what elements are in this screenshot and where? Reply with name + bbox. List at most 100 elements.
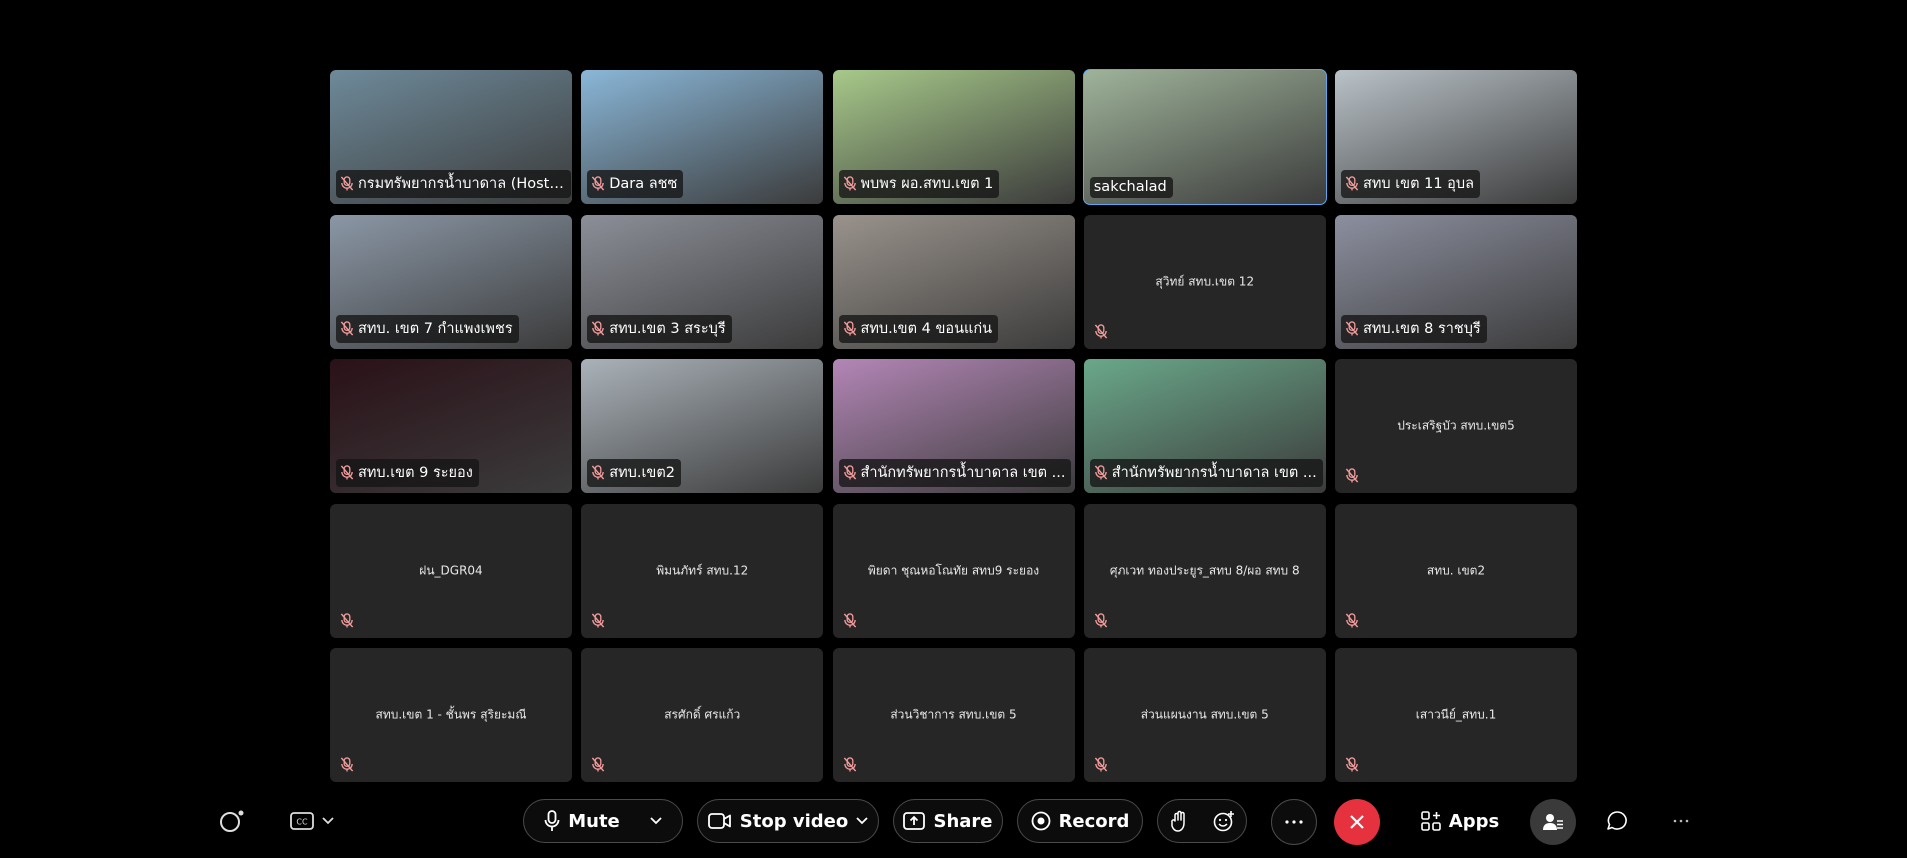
participants-button[interactable] bbox=[1530, 799, 1576, 845]
mic-muted-icon bbox=[1345, 320, 1359, 336]
participant-tile[interactable]: สทบ.เขต 3 สระบุรี bbox=[581, 214, 824, 349]
apps-button[interactable]: Apps bbox=[1415, 799, 1505, 843]
participant-tile[interactable]: สำนักทรัพยากรน้ำบาดาล เขต ... bbox=[1083, 359, 1326, 493]
participant-name: สทบ เขต 11 อุบล bbox=[1363, 176, 1474, 192]
raise-hand-button[interactable] bbox=[1158, 810, 1202, 832]
more-options-button[interactable] bbox=[1271, 799, 1317, 845]
participant-name: สทบ.เขต 8 ราชบุรี bbox=[1363, 320, 1481, 337]
participant-tile[interactable]: พบพร ผอ.สทบ.เขต 1 bbox=[832, 70, 1075, 204]
mic-muted-icon bbox=[340, 320, 354, 336]
participant-name: สทบ. เขต 7 กำแพงเพชร bbox=[358, 320, 513, 337]
assistant-icon bbox=[220, 810, 244, 832]
participant-name: สำนักทรัพยากรน้ำบาดาล เขต ... bbox=[1111, 465, 1317, 481]
mic-muted-icon bbox=[340, 176, 354, 191]
record-button[interactable]: Record bbox=[1017, 799, 1143, 843]
participant-tile[interactable]: สทบ.เขต 1 - ชั้นพร สุริยะมณี bbox=[330, 648, 572, 782]
ai-assistant-button[interactable] bbox=[212, 799, 252, 843]
participant-tile[interactable]: สุวิทย์ สทบ.เขต 12 bbox=[1083, 214, 1326, 349]
chat-button[interactable] bbox=[1594, 799, 1640, 843]
microphone-icon bbox=[544, 810, 560, 831]
chevron-down-icon[interactable] bbox=[650, 817, 662, 825]
participant-name: สรศักดิ์ ศรแก้ว bbox=[664, 707, 741, 722]
participant-tile[interactable]: ส่วนแผนงาน สทบ.เขต 5 bbox=[1083, 648, 1326, 782]
mic-muted-icon bbox=[1094, 465, 1108, 480]
mic-muted-icon bbox=[591, 612, 605, 628]
participant-tile[interactable]: สทบ. เขต 7 กำแพงเพชร bbox=[330, 214, 572, 349]
mic-muted-icon bbox=[340, 612, 354, 628]
participant-tile[interactable]: พิยดา ชุณหอโณทัย สทบ9 ระยอง bbox=[832, 503, 1075, 638]
participant-name-tag: สทบ เขต 11 อุบล bbox=[1341, 170, 1480, 198]
participant-tile[interactable]: ประเสริฐบัว สทบ.เขต5 bbox=[1335, 359, 1577, 493]
leave-meeting-button[interactable] bbox=[1334, 799, 1380, 845]
participants-icon bbox=[1543, 814, 1563, 830]
participant-name: สทบ.เขต 3 สระบุรี bbox=[609, 320, 726, 337]
overflow-menu-button[interactable] bbox=[1658, 799, 1704, 843]
participant-name-tag: สทบ.เขต 8 ราชบุรี bbox=[1341, 314, 1487, 343]
participant-tile[interactable]: sakchalad bbox=[1082, 69, 1327, 205]
mic-muted-icon bbox=[1345, 468, 1359, 483]
mic-muted-icon bbox=[843, 176, 857, 191]
mic-muted-icon bbox=[1094, 757, 1108, 772]
participant-tile[interactable]: สทบ.เขต 4 ขอนแก่น bbox=[832, 214, 1075, 349]
participant-name: เสาวนีย์_สทบ.1 bbox=[1415, 707, 1497, 722]
record-icon bbox=[1031, 811, 1050, 831]
divider bbox=[632, 807, 638, 835]
participant-name-tag: กรมทรัพยากรน้ำบาดาล (Host...) bbox=[336, 170, 571, 198]
reactions-button[interactable] bbox=[1202, 810, 1246, 832]
participant-tile[interactable]: ส่วนวิชาการ สทบ.เขต 5 bbox=[832, 648, 1075, 782]
close-icon bbox=[1350, 815, 1364, 829]
stop-video-button[interactable]: Stop video bbox=[697, 799, 879, 843]
participant-tile[interactable]: สทบ เขต 11 อุบล bbox=[1335, 70, 1577, 204]
svg-text:CC: CC bbox=[296, 818, 308, 827]
mute-button[interactable]: Mute bbox=[523, 799, 683, 843]
participant-tile[interactable]: สำนักทรัพยากรน้ำบาดาล เขต ... bbox=[832, 359, 1075, 493]
participant-name: กรมทรัพยากรน้ำบาดาล (Host...) bbox=[358, 176, 565, 192]
participant-tile[interactable]: กรมทรัพยากรน้ำบาดาล (Host...) bbox=[330, 70, 572, 204]
share-button[interactable]: Share bbox=[893, 799, 1003, 843]
apps-label: Apps bbox=[1448, 810, 1500, 832]
mic-muted-icon bbox=[1345, 757, 1359, 772]
mic-muted-icon bbox=[591, 176, 605, 191]
meeting-toolbar: CC Mute Stop video Share Record Apps bbox=[190, 794, 1720, 854]
mute-label: Mute bbox=[568, 810, 620, 832]
participant-tile[interactable]: สทบ.เขต 8 ราชบุรี bbox=[1335, 214, 1577, 349]
participant-tile[interactable]: สทบ. เขต2 bbox=[1335, 503, 1577, 638]
smiley-plus-icon bbox=[1213, 811, 1234, 832]
chevron-down-icon[interactable] bbox=[856, 817, 868, 825]
ellipsis-icon bbox=[1285, 820, 1303, 824]
mic-muted-icon bbox=[1345, 612, 1359, 628]
participant-name: ส่วนวิชาการ สทบ.เขต 5 bbox=[890, 707, 1017, 722]
participant-tile[interactable]: Dara ลชซ bbox=[581, 70, 824, 204]
participant-name: Dara ลชซ bbox=[609, 176, 678, 192]
mic-muted-icon bbox=[591, 757, 605, 772]
captions-button[interactable]: CC bbox=[282, 799, 342, 843]
participant-name: พิยดา ชุณหอโณทัย สทบ9 ระยอง bbox=[867, 563, 1040, 577]
participant-tile[interactable]: สรศักดิ์ ศรแก้ว bbox=[581, 648, 824, 782]
participant-name-tag: สำนักทรัพยากรน้ำบาดาล เขต ... bbox=[1089, 459, 1323, 487]
mic-muted-icon bbox=[843, 465, 857, 480]
participant-name: พิมนภัทร์ สทบ.12 bbox=[656, 563, 749, 577]
participant-tile[interactable]: เสาวนีย์_สทบ.1 bbox=[1335, 648, 1577, 782]
mic-muted-icon bbox=[1094, 323, 1108, 339]
participant-name-tag: สทบ.เขต 3 สระบุรี bbox=[587, 314, 732, 343]
closed-captions-icon: CC bbox=[290, 812, 314, 830]
participant-tile[interactable]: สทบ.เขต 9 ระยอง bbox=[330, 359, 572, 493]
participant-tile[interactable]: พิมนภัทร์ สทบ.12 bbox=[581, 503, 824, 638]
participant-tile[interactable]: สทบ.เขต2 bbox=[581, 359, 824, 493]
participant-name: สุวิทย์ สทบ.เขต 12 bbox=[1155, 274, 1255, 288]
hand-icon bbox=[1171, 810, 1185, 832]
participant-name: สทบ. เขต2 bbox=[1426, 563, 1486, 577]
mic-muted-icon bbox=[591, 465, 605, 480]
participant-name-tag: สทบ.เขต 4 ขอนแก่น bbox=[838, 314, 999, 343]
participant-tile[interactable]: ฝน_DGR04 bbox=[330, 503, 572, 638]
apps-grid-icon bbox=[1420, 811, 1441, 831]
participant-name: สทบ.เขต 9 ระยอง bbox=[358, 465, 473, 481]
participant-tile[interactable]: ศุภเวท ทองประยูร_สทบ 8/ผอ สทบ 8 bbox=[1083, 503, 1326, 638]
participant-name-tag: สทบ.เขต 9 ระยอง bbox=[336, 459, 479, 487]
participant-name: สำนักทรัพยากรน้ำบาดาล เขต ... bbox=[860, 465, 1066, 481]
record-label: Record bbox=[1058, 810, 1130, 832]
mic-muted-icon bbox=[843, 612, 857, 628]
participant-name: สทบ.เขต2 bbox=[609, 465, 675, 481]
mic-muted-icon bbox=[843, 320, 857, 336]
video-camera-icon bbox=[707, 813, 731, 829]
